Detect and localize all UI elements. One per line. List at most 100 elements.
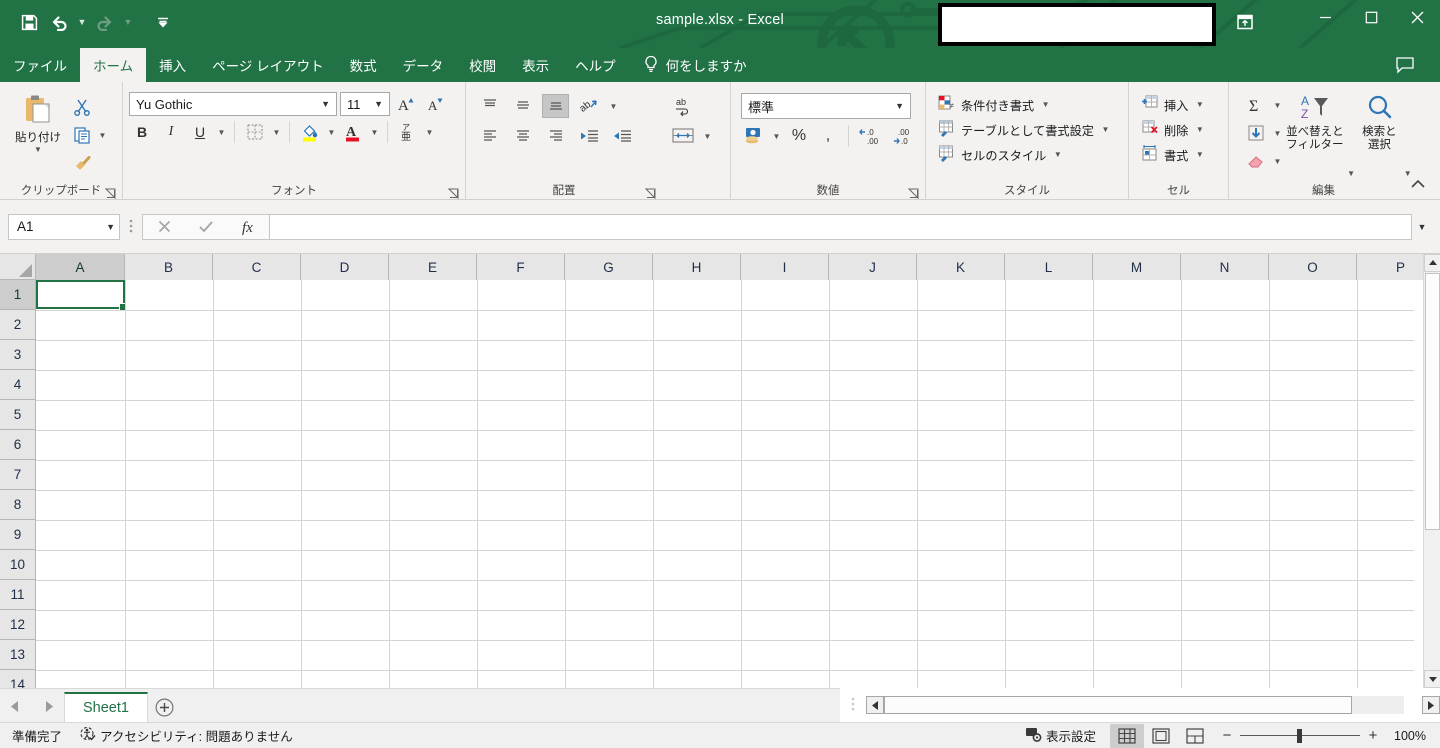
conditional-formatting-dropdown-icon[interactable]: ▼ (1040, 100, 1051, 109)
tell-me-box[interactable]: 何をしますか (629, 48, 747, 82)
scroll-right-button[interactable] (1422, 696, 1440, 714)
row-header-9[interactable]: 9 (0, 520, 36, 550)
tab-review[interactable]: 校閲 (456, 48, 509, 82)
insert-cells-button[interactable]: 挿入 ▼ (1137, 92, 1209, 117)
scroll-down-button[interactable] (1424, 670, 1440, 688)
redo-dropdown-icon[interactable]: ▼ (120, 7, 136, 37)
font-size-combo[interactable]: 11 ▼ (340, 92, 390, 116)
zoom-level[interactable]: 100% (1388, 729, 1440, 743)
row-header-3[interactable]: 3 (0, 340, 36, 370)
active-cell-a1[interactable] (36, 280, 127, 311)
decrease-decimal-button[interactable]: .00.0 (891, 124, 921, 148)
merge-center-button[interactable] (668, 124, 698, 148)
tab-page-layout[interactable]: ページ レイアウト (199, 48, 336, 82)
column-header-C[interactable]: C (213, 254, 301, 280)
clear-dropdown-icon[interactable]: ▼ (1272, 157, 1283, 166)
tab-help[interactable]: ヘルプ (562, 48, 629, 82)
tab-file[interactable]: ファイル (0, 48, 80, 82)
column-header-N[interactable]: N (1181, 254, 1269, 280)
sort-filter-dropdown-icon[interactable]: ▼ (1347, 169, 1356, 178)
row-header-8[interactable]: 8 (0, 490, 36, 520)
increase-indent-button[interactable] (608, 124, 635, 148)
tab-insert[interactable]: 挿入 (146, 48, 199, 82)
column-header-L[interactable]: L (1005, 254, 1093, 280)
decrease-font-size-button[interactable]: A (422, 92, 448, 116)
autosum-dropdown-icon[interactable]: ▼ (1272, 101, 1283, 110)
delete-cells-button[interactable]: 削除 ▼ (1137, 117, 1209, 142)
comma-style-button[interactable]: , (816, 124, 840, 148)
cell-styles-button[interactable]: セルのスタイル ▼ (934, 142, 1067, 167)
column-header-D[interactable]: D (301, 254, 389, 280)
collapse-ribbon-button[interactable] (1406, 173, 1430, 195)
row-header-12[interactable]: 12 (0, 610, 36, 640)
zoom-in-button[interactable]: + (1366, 727, 1380, 744)
delete-cells-dropdown-icon[interactable]: ▼ (1194, 125, 1205, 134)
number-dialog-launcher[interactable] (907, 187, 919, 200)
font-dialog-launcher[interactable] (447, 187, 459, 200)
cancel-formula-icon[interactable] (143, 215, 185, 239)
cell-area[interactable] (36, 280, 1414, 688)
insert-function-icon[interactable]: fx (227, 215, 269, 239)
column-header-M[interactable]: M (1093, 254, 1181, 280)
find-select-button[interactable]: 検索と 選択 (1357, 92, 1401, 152)
undo-dropdown-icon[interactable]: ▼ (74, 7, 90, 37)
row-header-11[interactable]: 11 (0, 580, 36, 610)
zoom-track[interactable] (1240, 728, 1360, 743)
cell-styles-dropdown-icon[interactable]: ▼ (1052, 150, 1063, 159)
align-bottom-button[interactable] (542, 94, 569, 118)
row-header-5[interactable]: 5 (0, 400, 36, 430)
close-button[interactable] (1394, 0, 1440, 34)
sheet-tab-splitter[interactable] (840, 696, 866, 714)
format-as-table-button[interactable]: テーブルとして書式設定 ▼ (934, 117, 1115, 142)
tab-data[interactable]: データ (390, 48, 457, 82)
next-sheet-button[interactable] (40, 700, 58, 712)
name-box-dropdown-icon[interactable]: ▼ (106, 222, 115, 232)
underline-button[interactable]: U (187, 120, 213, 144)
font-family-dropdown-icon[interactable]: ▼ (317, 99, 334, 109)
row-header-1[interactable]: 1 (0, 280, 36, 310)
comments-icon[interactable] (1392, 52, 1418, 78)
tab-view[interactable]: 表示 (509, 48, 562, 82)
currency-dropdown-icon[interactable]: ▼ (771, 132, 782, 141)
redo-icon[interactable] (90, 7, 120, 37)
font-size-dropdown-icon[interactable]: ▼ (370, 99, 387, 109)
horizontal-scrollbar[interactable] (840, 692, 1440, 718)
currency-format-button[interactable] (741, 124, 767, 148)
autosum-button[interactable]: Σ (1243, 93, 1269, 117)
paste-button[interactable]: 貼り付け ▼ (6, 89, 70, 154)
number-format-combo[interactable]: 標準 ▼ (741, 93, 911, 119)
row-header-2[interactable]: 2 (0, 310, 36, 340)
font-color-button[interactable]: A (340, 120, 366, 144)
scroll-left-button[interactable] (866, 696, 884, 714)
page-layout-view-icon[interactable] (1144, 724, 1178, 748)
cut-button[interactable] (70, 95, 94, 119)
fill-dropdown-icon[interactable]: ▼ (1272, 129, 1283, 138)
increase-font-size-button[interactable]: A (393, 92, 419, 116)
align-center-button[interactable] (509, 124, 536, 148)
column-header-F[interactable]: F (477, 254, 565, 280)
decrease-indent-button[interactable] (575, 124, 602, 148)
underline-dropdown-icon[interactable]: ▼ (216, 128, 227, 137)
bold-button[interactable]: B (129, 120, 155, 144)
column-header-A[interactable]: A (36, 254, 125, 280)
column-header-H[interactable]: H (653, 254, 741, 280)
add-sheet-button[interactable] (148, 692, 182, 722)
percent-style-button[interactable]: % (786, 124, 812, 148)
font-color-dropdown-icon[interactable]: ▼ (369, 128, 380, 137)
align-top-button[interactable] (476, 94, 503, 118)
customize-qat-icon[interactable] (148, 7, 178, 37)
alignment-dialog-launcher[interactable] (644, 187, 656, 200)
normal-view-icon[interactable] (1110, 723, 1144, 748)
column-header-G[interactable]: G (565, 254, 653, 280)
ribbon-display-options-icon[interactable] (1228, 8, 1262, 36)
clear-button[interactable] (1243, 149, 1269, 173)
phonetic-dropdown-icon[interactable]: ▼ (424, 128, 435, 137)
formula-input[interactable] (270, 213, 1412, 240)
align-middle-button[interactable] (509, 94, 536, 118)
sheet-tab-sheet1[interactable]: Sheet1 (64, 692, 148, 722)
row-header-13[interactable]: 13 (0, 640, 36, 670)
phonetic-guide-button[interactable]: ア亜 (395, 120, 421, 144)
fill-color-dropdown-icon[interactable]: ▼ (326, 128, 337, 137)
expand-formula-bar-icon[interactable]: ▼ (1412, 222, 1432, 232)
font-family-combo[interactable]: Yu Gothic ▼ (129, 92, 337, 116)
